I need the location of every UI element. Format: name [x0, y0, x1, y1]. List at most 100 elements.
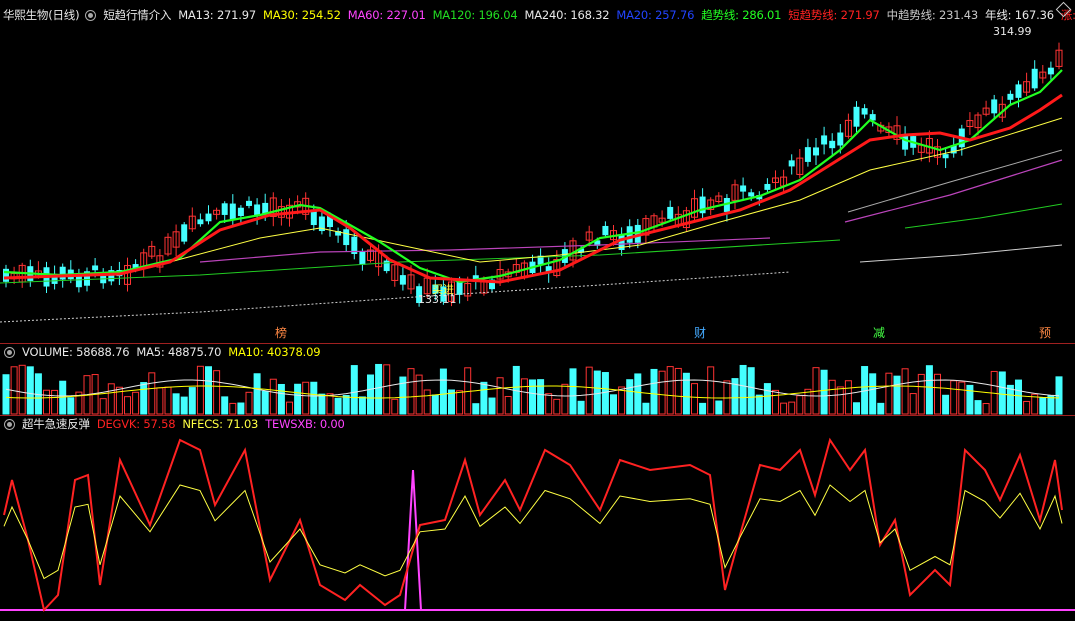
volume-bar — [780, 402, 788, 415]
volume-bar — [188, 387, 196, 415]
volume-bar — [869, 373, 877, 415]
volume-bar — [253, 373, 261, 415]
volume-bar — [407, 368, 415, 415]
volume-bar — [650, 368, 658, 415]
volume-bar — [375, 363, 383, 415]
volume-bar — [245, 391, 253, 415]
volume-bar — [504, 396, 512, 415]
volume-bar — [601, 372, 609, 415]
candle-body — [667, 206, 674, 219]
volume-bar — [682, 372, 690, 415]
volume-bar — [237, 402, 245, 415]
oscillator-switch-icon[interactable] — [4, 418, 15, 430]
oscillator-header: 超牛急速反弹 DEGVK: 57.58 NFECS: 71.03 TEWSXB:… — [0, 415, 1075, 433]
tewsxb-spike — [404, 469, 422, 611]
volume-value: VOLUME: 58688.76 — [22, 345, 130, 359]
candle-body — [764, 183, 771, 190]
volume-bar — [520, 378, 528, 415]
volume-bar — [132, 391, 140, 415]
volume-bar — [140, 382, 148, 415]
volume-bar — [877, 402, 885, 415]
volume-bar — [294, 383, 302, 415]
candle-body — [3, 268, 9, 282]
candle-body — [1047, 67, 1054, 75]
candle-body — [59, 266, 66, 280]
volume-bar — [423, 389, 431, 415]
candle-body — [837, 132, 844, 146]
marker-jian[interactable]: 减 — [873, 326, 885, 340]
volume-bar — [925, 365, 933, 415]
volume-bar — [107, 383, 115, 415]
volume-ma10: MA10: 40378.09 — [228, 345, 321, 359]
volume-bar — [610, 394, 617, 415]
volume-bar — [318, 393, 326, 415]
volume-bar — [302, 381, 310, 415]
volume-bar — [885, 372, 893, 415]
volume-bar — [269, 378, 277, 415]
volume-bar — [326, 393, 334, 415]
volume-bar — [1039, 397, 1047, 415]
candle-body — [221, 203, 228, 215]
candle-body — [92, 265, 99, 271]
volume-bar — [699, 402, 707, 415]
volume-bar — [221, 396, 229, 415]
ma240-line-segment — [859, 244, 1063, 263]
volume-bar — [998, 371, 1006, 415]
volume-bar — [496, 377, 504, 415]
volume-bar — [707, 366, 715, 415]
volume-bar — [456, 390, 464, 415]
volume-bar — [666, 366, 674, 415]
candle-body — [237, 207, 244, 217]
trend-line — [3, 69, 1063, 284]
volume-bar — [974, 400, 982, 415]
candle-body — [399, 275, 406, 285]
volume-bar — [196, 365, 204, 415]
price-panel — [0, 42, 1063, 323]
volume-bar — [99, 398, 107, 415]
volume-bar — [18, 364, 26, 415]
volume-bar — [1015, 379, 1022, 415]
candle-body — [197, 219, 204, 225]
volume-bar — [310, 381, 318, 415]
volume-bar — [164, 386, 172, 415]
ma120-line-segment — [904, 203, 1063, 229]
volume-bar — [658, 370, 666, 415]
oscillator-name[interactable]: 超牛急速反弹 — [22, 416, 90, 432]
stock-chart-canvas[interactable]: 314.99 133.11 买进 榜 财 减 预 — [0, 0, 1075, 621]
volume-bar — [966, 384, 974, 415]
volume-bar — [51, 389, 59, 415]
volume-bar — [537, 379, 545, 415]
degvk-line — [3, 437, 1063, 613]
volume-header: VOLUME: 58688.76 MA5: 48875.70 MA10: 403… — [0, 343, 1075, 361]
volume-bar — [796, 395, 804, 415]
volume-bar — [901, 368, 909, 415]
candle-body — [829, 140, 836, 149]
candle-body — [343, 229, 350, 246]
candle-body — [748, 192, 755, 197]
candle-body — [1015, 84, 1022, 98]
volume-panel-chart — [2, 363, 1063, 415]
volume-bar — [156, 387, 164, 415]
volume-bar — [67, 397, 75, 415]
volume-bar — [229, 402, 237, 415]
marker-cai[interactable]: 财 — [694, 326, 706, 340]
volume-bar — [763, 383, 771, 415]
volume-bar — [205, 366, 212, 415]
volume-bar — [1047, 395, 1055, 415]
candle-body — [383, 260, 390, 272]
high-price-label: 314.99 — [993, 25, 1032, 38]
volume-bar — [213, 370, 221, 415]
volume-bar — [391, 398, 399, 415]
marker-yu[interactable]: 预 — [1039, 326, 1051, 340]
volume-switch-icon[interactable] — [4, 346, 15, 358]
candle-body — [1007, 93, 1014, 100]
nfecs-value: NFECS: 71.03 — [182, 417, 259, 431]
volume-bar — [553, 398, 561, 415]
marker-bang[interactable]: 榜 — [275, 325, 287, 340]
volume-bar — [545, 393, 553, 415]
volume-bar — [431, 394, 439, 415]
volume-bar — [43, 389, 50, 415]
volume-bar — [358, 396, 366, 415]
volume-bar — [691, 383, 698, 415]
volume-bar — [261, 390, 269, 415]
